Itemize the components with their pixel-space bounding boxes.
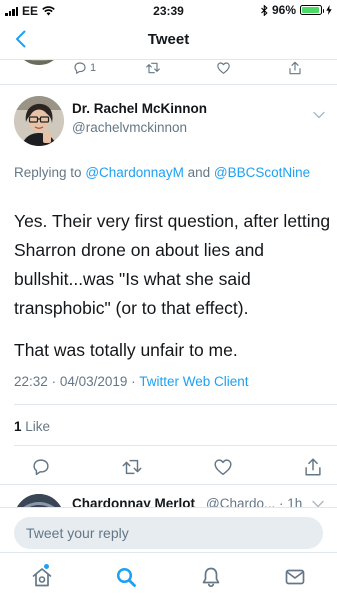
charging-icon — [326, 5, 332, 15]
battery-icon — [300, 5, 324, 15]
previous-share-button[interactable] — [287, 57, 327, 79]
mail-icon — [285, 569, 305, 584]
likes-label: Like — [25, 419, 51, 434]
tweet-client-link[interactable]: Twitter Web Client — [139, 374, 248, 389]
tweet-text: Yes. Their very first question, after le… — [14, 207, 332, 365]
heart-icon — [217, 62, 231, 74]
tab-home[interactable] — [0, 553, 84, 600]
share-icon — [305, 458, 321, 476]
previous-like-button[interactable] — [215, 57, 287, 79]
like-button[interactable] — [212, 456, 234, 480]
previous-reply-button[interactable]: 1 — [72, 57, 144, 79]
divider — [14, 404, 337, 405]
mention-link[interactable]: @BBCScotNine — [214, 165, 310, 180]
tab-messages[interactable] — [253, 553, 337, 600]
tweet-actions — [30, 456, 324, 480]
share-button[interactable] — [302, 456, 324, 480]
bluetooth-icon — [261, 4, 268, 16]
display-name[interactable]: Dr. Rachel McKinnon — [72, 101, 207, 116]
meta-separator: · — [131, 374, 136, 389]
tweet-text-paragraph: That was totally unfair to me. — [14, 340, 238, 360]
tweet-date: 04/03/2019 — [59, 374, 128, 389]
tweet-menu-button[interactable] — [313, 106, 325, 124]
retweet-icon — [145, 62, 160, 74]
user-handle[interactable]: @rachelvmckinnon — [72, 120, 187, 135]
share-icon — [289, 61, 301, 75]
home-icon — [32, 567, 52, 586]
reply-button[interactable] — [30, 456, 52, 480]
page-title: Tweet — [147, 31, 190, 48]
tab-bar — [0, 552, 337, 600]
previous-retweet-button[interactable] — [144, 57, 216, 79]
status-right: 96% — [261, 3, 332, 17]
chevron-down-icon — [313, 111, 325, 119]
tweet-time: 22:32 — [14, 374, 48, 389]
reply-icon — [33, 459, 49, 476]
tab-search[interactable] — [84, 553, 168, 600]
replying-to-label: Replying to — [14, 165, 82, 180]
reply-icon — [74, 62, 86, 74]
previous-reply-count: 1 — [90, 62, 97, 74]
mention-link[interactable]: @ChardonnayM — [85, 165, 184, 180]
status-bar: EE 23:39 96% — [0, 0, 337, 20]
retweet-icon — [122, 459, 142, 475]
nav-bar: Tweet — [0, 20, 337, 60]
avatar[interactable] — [14, 96, 64, 146]
divider — [14, 445, 337, 446]
previous-tweet-actions: 1 — [72, 57, 327, 79]
reply-context: Replying to @ChardonnayM and @BBCScotNin… — [14, 162, 324, 183]
notification-dot — [44, 564, 49, 569]
tweet-meta: 22:32 · 04/03/2019 · Twitter Web Client — [14, 374, 248, 389]
likes-count: 1 — [14, 419, 22, 434]
bell-icon — [202, 567, 219, 587]
heart-icon — [214, 459, 232, 476]
tweet-text-paragraph: Yes. Their very first question, after le… — [14, 211, 331, 318]
tab-notifications[interactable] — [169, 553, 253, 600]
replying-and-label: and — [187, 165, 211, 180]
reply-composer — [0, 507, 337, 552]
battery-percent: 96% — [271, 3, 296, 17]
search-icon — [117, 567, 137, 587]
reply-input[interactable] — [14, 517, 323, 549]
avatar-photo — [14, 96, 64, 146]
retweet-button[interactable] — [120, 456, 144, 480]
meta-separator: · — [51, 374, 57, 389]
likes-link[interactable]: 1 Like — [14, 419, 50, 434]
